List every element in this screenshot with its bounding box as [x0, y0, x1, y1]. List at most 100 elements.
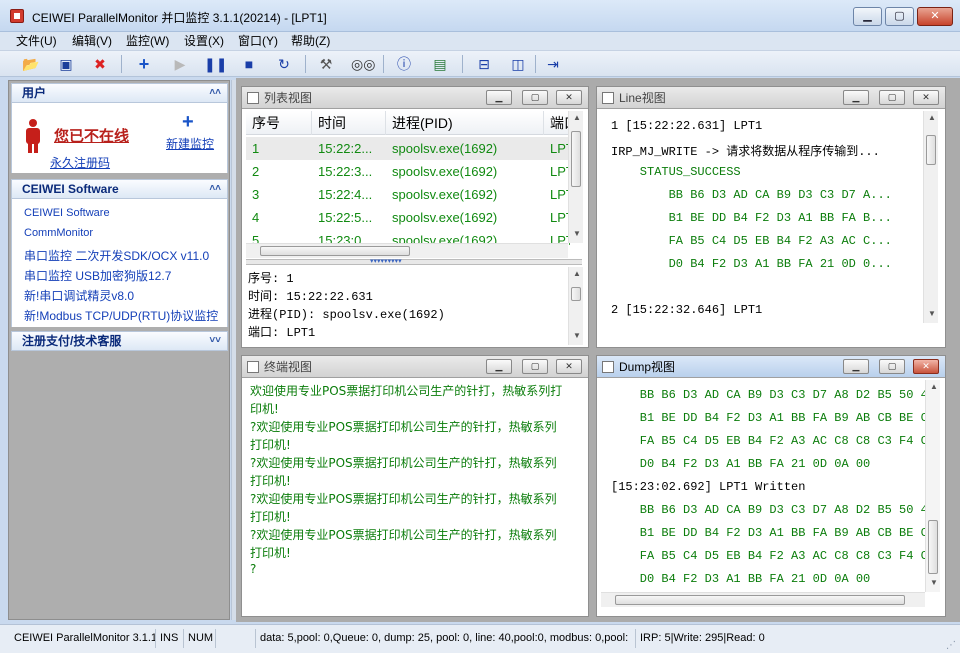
register-code-link[interactable]: 永久注册码 [50, 154, 110, 171]
status-empty-cell [216, 629, 256, 648]
dump-view-titlebar: Dump视图 ▁ ▢ ✕ [597, 356, 945, 378]
dump-view-icon [602, 361, 614, 373]
minimize-button[interactable]: ▁ [853, 7, 882, 26]
new-monitor-link[interactable]: 新建监控 [166, 135, 214, 152]
info-icon[interactable]: ⓘ [394, 54, 414, 74]
pane-close-button[interactable]: ✕ [556, 359, 582, 374]
scrollbar-thumb[interactable] [571, 131, 581, 187]
stop-icon[interactable]: ■ [239, 54, 259, 74]
table-row[interactable]: 1 15:22:2... spoolsv.exe(1692) LPT [246, 137, 570, 160]
menu-help[interactable]: 帮助(Z) [291, 33, 330, 50]
status-ins: INS [156, 629, 184, 648]
refresh-icon[interactable]: ↻ [274, 54, 294, 74]
add-icon[interactable]: + [134, 54, 154, 74]
support-section-header[interactable]: 注册支付/技术客服 ˅˅ [11, 331, 228, 351]
maximize-button[interactable]: ▢ [885, 7, 914, 26]
user-section-header[interactable]: 用户 ˄˄ [11, 83, 228, 103]
tools-icon[interactable]: ⚒ [316, 54, 336, 74]
column-header-seq[interactable]: 序号 [246, 111, 312, 135]
terminal-view-icon [247, 361, 259, 373]
link-ceiwei-software[interactable]: CEIWEI Software [24, 207, 110, 219]
pane-close-button[interactable]: ✕ [913, 90, 939, 105]
resize-grip-icon[interactable]: ⋰ [946, 640, 956, 651]
line-vertical-scrollbar[interactable]: ▲ ▼ [923, 111, 938, 323]
splitter-grip-icon: ▾▾▾▾▾▾▾▾▾ [370, 258, 402, 265]
menu-window[interactable]: 窗口(Y) [238, 33, 278, 50]
collapse-chevron-icon[interactable]: ˄˄ [209, 180, 221, 198]
list-vertical-scrollbar[interactable]: ▲ ▼ [568, 111, 583, 243]
scrollbar-thumb[interactable] [926, 135, 936, 165]
play-icon[interactable]: ▶ [170, 54, 190, 74]
pane-restore-button[interactable]: ▢ [522, 359, 548, 374]
line-view-pane: Line视图 ▁ ▢ ✕ 1 [15:22:22.631] LPT1 IRP_M… [596, 86, 946, 348]
scrollbar-thumb[interactable] [260, 246, 410, 256]
toolbar-separator [121, 55, 122, 73]
list-detail-view: 序号: 1 时间: 15:22:22.631 进程(PID): spoolsv.… [246, 267, 586, 345]
split-vertical-icon[interactable]: ◫ [508, 54, 528, 74]
scrollbar-thumb[interactable] [615, 595, 905, 605]
link-serial-sdk[interactable]: 串口监控 二次开发SDK/OCX v11.0 [24, 247, 209, 264]
user-avatar-icon [25, 119, 41, 153]
link-commmonitor[interactable]: CommMonitor [24, 227, 93, 239]
stop-red-icon[interactable]: ✖ [90, 54, 110, 74]
list-horizontal-scrollbar[interactable] [246, 243, 568, 258]
terminal-text-view[interactable]: 欢迎使用专业POS票据打印机公司生产的针打，热敏系列打 印机! ?欢迎使用专业P… [246, 380, 586, 614]
menu-file[interactable]: 文件(U) [16, 33, 57, 50]
save-icon[interactable]: ▣ [56, 54, 76, 74]
line-view-icon [602, 92, 614, 104]
scrollbar-thumb[interactable] [571, 287, 581, 301]
dump-horizontal-scrollbar[interactable] [601, 592, 925, 607]
line-text-view: 1 [15:22:22.631] LPT1 IRP_MJ_WRITE -> 请求… [601, 111, 943, 345]
app-icon [10, 9, 24, 23]
toolbar: 📂 ▣ ✖ + ▶ ❚❚ ■ ↻ ⚒ ◎◎ ⓘ ▤ ⊟ ◫ ⇥ [0, 51, 960, 77]
scrollbar-thumb[interactable] [928, 520, 938, 574]
toolbar-separator [305, 55, 306, 73]
pause-icon[interactable]: ❚❚ [204, 54, 227, 74]
table-row[interactable]: 4 15:22:5... spoolsv.exe(1692) LPT [246, 206, 570, 229]
line-view-titlebar: Line视图 ▁ ▢ ✕ [597, 87, 945, 109]
offline-status-link[interactable]: 您已不在线 [54, 125, 129, 146]
detail-vertical-scrollbar[interactable]: ▲ ▼ [568, 267, 583, 345]
table-row[interactable]: 3 15:22:4... spoolsv.exe(1692) LPT [246, 183, 570, 206]
link-serial-debugger[interactable]: 新!串口调试精灵v8.0 [24, 287, 134, 304]
software-section-body: CEIWEI Software CommMonitor 串口监控 二次开发SDK… [11, 199, 228, 327]
window-title: CEIWEI ParallelMonitor 并口监控 3.1.1(20214)… [32, 11, 327, 25]
exit-icon[interactable]: ⇥ [543, 54, 563, 74]
toolbar-separator [462, 55, 463, 73]
pane-restore-button[interactable]: ▢ [879, 90, 905, 105]
binoculars-icon[interactable]: ◎◎ [351, 54, 375, 74]
column-header-time[interactable]: 时间 [312, 111, 386, 135]
split-horizontal-icon[interactable]: ⊟ [474, 54, 494, 74]
pane-minimize-button[interactable]: ▁ [843, 90, 869, 105]
close-button[interactable]: ✕ [917, 7, 953, 26]
table-row[interactable]: 2 15:22:3... spoolsv.exe(1692) LPT [246, 160, 570, 183]
terminal-view-titlebar: 终端视图 ▁ ▢ ✕ [242, 356, 588, 378]
list-view-icon [247, 92, 259, 104]
dump-vertical-scrollbar[interactable]: ▲ ▼ [925, 380, 940, 592]
pane-close-button[interactable]: ✕ [556, 90, 582, 105]
column-header-process[interactable]: 进程(PID) [386, 111, 544, 135]
link-serial-usb-dongle[interactable]: 串口监控 USB加密狗版12.7 [24, 267, 171, 284]
list-table-header: 序号 时间 进程(PID) 端口 [246, 111, 576, 135]
pane-minimize-button[interactable]: ▁ [843, 359, 869, 374]
pane-restore-button[interactable]: ▢ [522, 90, 548, 105]
pane-minimize-button[interactable]: ▁ [486, 90, 512, 105]
toolbar-separator [535, 55, 536, 73]
list-detail-splitter[interactable]: ▾▾▾▾▾▾▾▾▾ [246, 258, 582, 265]
open-folder-icon[interactable]: 📂 [21, 54, 41, 74]
user-section-body: 您已不在线 永久注册码 + 新建监控 [11, 103, 228, 173]
pane-minimize-button[interactable]: ▁ [486, 359, 512, 374]
collapse-chevron-icon[interactable]: ˄˄ [209, 84, 221, 102]
menu-monitor[interactable]: 监控(W) [126, 33, 169, 50]
menu-settings[interactable]: 设置(X) [184, 33, 224, 50]
title-bar: CEIWEI ParallelMonitor 并口监控 3.1.1(20214)… [0, 0, 960, 32]
software-section-header[interactable]: CEIWEI Software ˄˄ [11, 179, 228, 199]
expand-chevron-icon[interactable]: ˅˅ [209, 332, 221, 350]
link-modbus-monitor[interactable]: 新!Modbus TCP/UDP(RTU)协议监控 [24, 307, 218, 324]
pane-close-button[interactable]: ✕ [913, 359, 939, 374]
add-icon[interactable]: + [182, 111, 194, 134]
book-icon[interactable]: ▤ [430, 54, 450, 74]
list-table: 序号 时间 进程(PID) 端口 1 15:22:2... spoolsv.ex… [246, 111, 586, 259]
menu-edit[interactable]: 编辑(V) [72, 33, 112, 50]
pane-restore-button[interactable]: ▢ [879, 359, 905, 374]
